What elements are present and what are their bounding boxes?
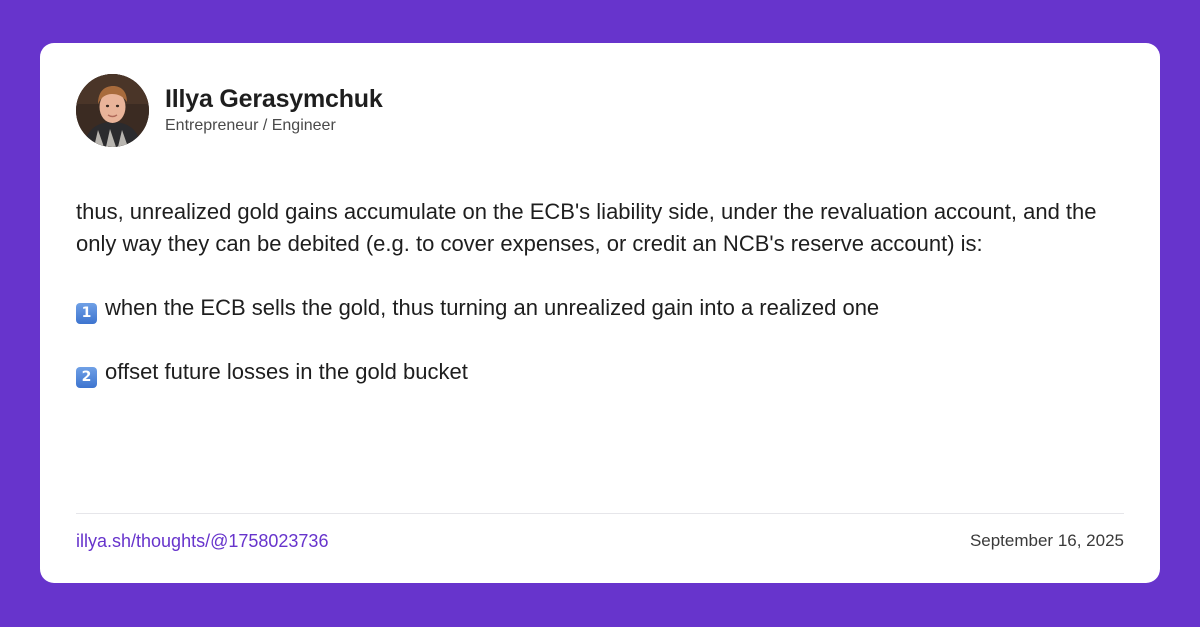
post-date: September 16, 2025 <box>969 531 1124 550</box>
author-name[interactable]: Illya Gerasymchuk <box>165 84 383 114</box>
list-item-text: offset future losses in the gold bucket <box>105 359 468 384</box>
permalink[interactable]: illya.sh/thoughts/@1758023736 <box>76 531 328 552</box>
list-item: 2 offset future losses in the gold bucket <box>76 356 1136 388</box>
author-title: Entrepreneur / Engineer <box>165 117 336 134</box>
post-header: Illya Gerasymchuk Entrepreneur / Enginee… <box>76 73 383 147</box>
list-item: 1 when the ECB sells the gold, thus turni… <box>76 292 1136 324</box>
footer-divider <box>76 513 1124 514</box>
keycap-two-icon: 2 <box>76 367 97 388</box>
keycap-one-icon: 1 <box>76 303 97 324</box>
post-content: thus, unrealized gold gains accumulate o… <box>76 196 1136 388</box>
author-info: Illya Gerasymchuk Entrepreneur / Enginee… <box>165 84 383 136</box>
post-card: Illya Gerasymchuk Entrepreneur / Enginee… <box>40 43 1160 583</box>
avatar[interactable] <box>76 73 149 147</box>
post-paragraph: thus, unrealized gold gains accumulate o… <box>76 199 1097 256</box>
list-item-text: when the ECB sells the gold, thus turnin… <box>105 295 880 320</box>
avatar-photo-icon <box>76 73 149 147</box>
post-footer: illya.sh/thoughts/@1758023736 September … <box>76 529 1124 553</box>
